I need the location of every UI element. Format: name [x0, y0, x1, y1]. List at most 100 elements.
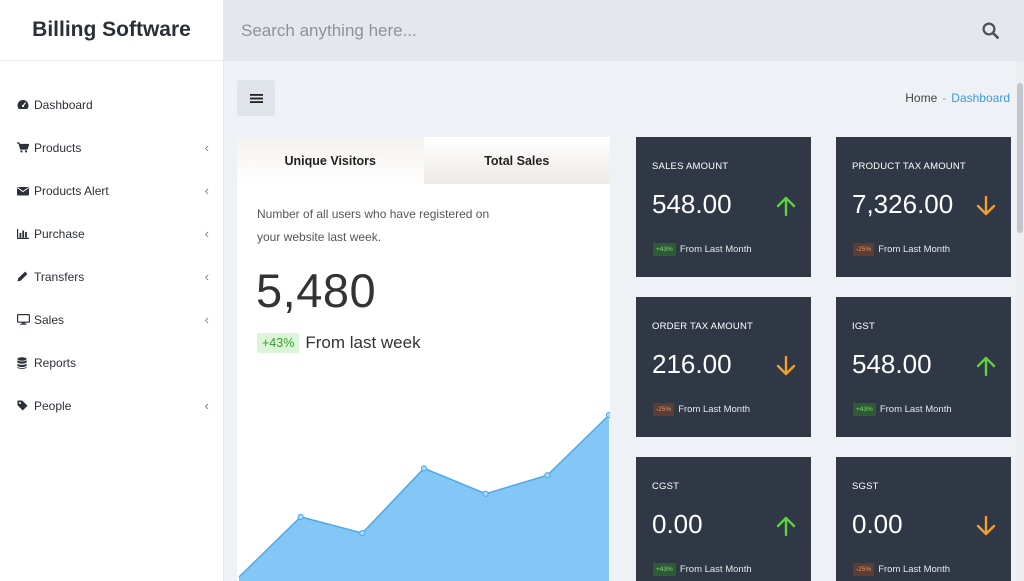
- arrow-up-icon: [776, 516, 796, 537]
- stat-value: 7,326.00: [852, 189, 954, 219]
- stat-change: +43% From Last Month: [653, 563, 752, 576]
- visitors-count: 5,480: [256, 264, 377, 317]
- sidebar-item-label: Products Alert: [34, 183, 109, 198]
- bar-chart-icon: [17, 228, 31, 239]
- pencil-icon: [17, 271, 31, 282]
- chevron-left-icon: ‹: [204, 312, 209, 327]
- visitors-description: Number of all users who have registered …: [257, 207, 490, 244]
- stat-card-order-tax-amount: ORDER TAX AMOUNT 216.00 -25% From Last M…: [636, 297, 811, 437]
- top-bar: [224, 0, 1024, 61]
- visitors-trend: +43% From last week: [257, 333, 421, 353]
- stat-value: 548.00: [852, 349, 932, 379]
- sidebar-item-sales[interactable]: Sales ‹: [0, 298, 223, 341]
- stat-change-label: From Last Month: [879, 404, 952, 415]
- arrow-down-icon: [776, 355, 796, 376]
- stat-change: -25% From Last Month: [853, 563, 950, 576]
- sidebar-item-reports[interactable]: Reports: [0, 341, 223, 384]
- stat-card-sgst: SGST 0.00 -25% From Last Month: [836, 457, 1011, 581]
- stat-card-igst: IGST 548.00 +43% From Last Month: [836, 297, 1011, 437]
- sidebar-item-label: People: [34, 398, 72, 413]
- sidebar-item-transfers[interactable]: Transfers ‹: [0, 255, 223, 298]
- sidebar-item-dashboard[interactable]: Dashboard: [0, 83, 223, 126]
- stat-change-label: From Last Month: [679, 244, 752, 255]
- chevron-left-icon: ‹: [204, 269, 209, 284]
- monitor-icon: [17, 314, 31, 325]
- stat-title: ORDER TAX AMOUNT: [652, 321, 754, 332]
- chevron-left-icon: ‹: [204, 140, 209, 155]
- arrow-up-icon: [776, 196, 796, 217]
- hamburger-icon: [249, 93, 263, 103]
- dashboard-icon: [17, 99, 31, 110]
- chevron-left-icon: ‹: [204, 398, 209, 413]
- stat-change-badge: -25%: [653, 403, 675, 416]
- stat-value: 0.00: [652, 509, 703, 539]
- stat-change-label: From Last Month: [679, 564, 752, 575]
- stat-card-product-tax-amount: PRODUCT TAX AMOUNT 7,326.00 -25% From La…: [836, 137, 1011, 277]
- stat-value: 548.00: [652, 189, 732, 219]
- stat-card-sales-amount: SALES AMOUNT 548.00 +43% From Last Month: [636, 137, 811, 277]
- sidebar-item-label: Transfers: [34, 269, 85, 284]
- chart-point: [605, 412, 610, 419]
- sidebar-item-purchase[interactable]: Purchase ‹: [0, 212, 223, 255]
- stat-title: IGST: [852, 321, 875, 332]
- stat-change-label: From Last Month: [878, 564, 950, 575]
- stat-title: SGST: [852, 481, 879, 492]
- chart-point: [544, 472, 551, 479]
- chevron-left-icon: ‹: [204, 183, 209, 198]
- breadcrumb: Home - Dashboard: [905, 91, 1010, 105]
- stat-change-badge: +43%: [653, 563, 676, 576]
- stat-change-badge: +43%: [653, 243, 676, 256]
- stat-change-label: From Last Month: [678, 404, 750, 415]
- chart-area-fill: [239, 415, 609, 581]
- chart-point: [297, 513, 304, 520]
- breadcrumb-separator: -: [942, 91, 947, 105]
- chart-point: [359, 529, 366, 537]
- sidebar-item-label: Dashboard: [34, 97, 93, 112]
- sidebar: Billing Software Dashboard Products ‹ Pr…: [0, 0, 224, 581]
- stat-change: +43% From Last Month: [853, 403, 952, 416]
- change-label: From last week: [305, 333, 421, 352]
- stat-change-badge: +43%: [853, 403, 876, 416]
- menu-toggle-button[interactable]: [237, 80, 275, 116]
- sidebar-item-label: Reports: [34, 355, 77, 370]
- chart-point: [420, 465, 428, 472]
- app-root: Billing Software Dashboard Products ‹ Pr…: [0, 0, 1024, 581]
- tag-icon: [17, 400, 31, 411]
- arrow-down-icon: [976, 515, 996, 536]
- scrollbar-thumb[interactable]: [1017, 83, 1023, 233]
- sidebar-item-label: Products: [34, 140, 82, 155]
- stat-value: 216.00: [652, 349, 732, 379]
- arrow-up-icon: [976, 356, 996, 377]
- stat-card-cgst: CGST 0.00 +43% From Last Month: [636, 457, 811, 581]
- sidebar-menu: Dashboard Products ‹ Products Alert ‹ Pu…: [0, 61, 223, 427]
- stat-change: +43% From Last Month: [653, 243, 752, 256]
- sidebar-item-people[interactable]: People ‹: [0, 384, 223, 427]
- search-icon: [981, 22, 999, 39]
- sidebar-item-products-alert[interactable]: Products Alert ‹: [0, 169, 223, 212]
- app-title: Billing Software: [0, 0, 223, 61]
- search-button[interactable]: [970, 11, 1010, 51]
- stat-title: PRODUCT TAX AMOUNT: [852, 161, 966, 172]
- cart-icon: [17, 142, 31, 153]
- chart-point: [482, 490, 489, 497]
- page-scrollbar[interactable]: [1016, 61, 1024, 581]
- stat-title: SALES AMOUNT: [652, 161, 729, 172]
- chevron-left-icon: ‹: [204, 226, 209, 241]
- breadcrumb-home-link[interactable]: Home: [905, 91, 937, 105]
- stat-value: 0.00: [852, 509, 903, 539]
- stat-change-badge: -25%: [853, 243, 875, 256]
- change-badge: +43%: [257, 333, 300, 353]
- stat-change-badge: -25%: [853, 563, 875, 576]
- search-input[interactable]: [224, 0, 970, 61]
- sidebar-item-label: Purchase: [34, 226, 85, 241]
- sidebar-item-label: Sales: [34, 312, 65, 327]
- stat-title: CGST: [652, 481, 680, 492]
- sidebar-item-products[interactable]: Products ‹: [0, 126, 223, 169]
- stat-change: -25% From Last Month: [653, 403, 750, 416]
- stat-change-label: From Last Month: [878, 244, 950, 255]
- envelope-icon: [17, 186, 31, 196]
- visitors-card: Unique Visitors Total Sales Number of al…: [237, 137, 610, 581]
- arrow-down-icon: [976, 195, 996, 216]
- breadcrumb-current[interactable]: Dashboard: [951, 91, 1010, 105]
- stat-change: -25% From Last Month: [853, 243, 950, 256]
